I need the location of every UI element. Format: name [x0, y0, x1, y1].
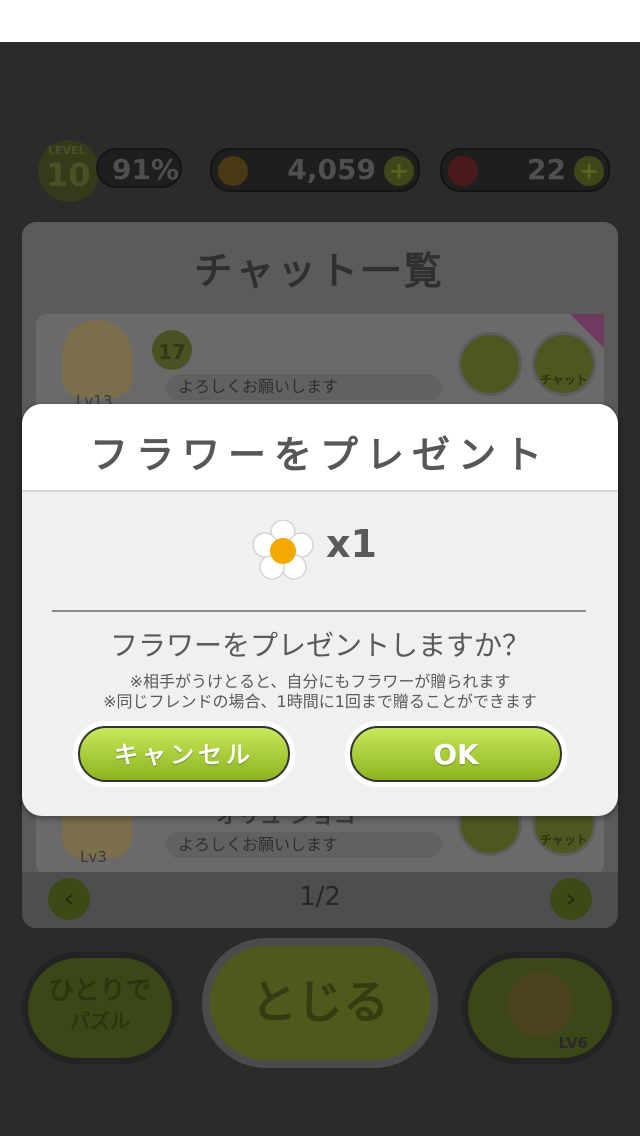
send-flower-button[interactable] [458, 332, 522, 396]
level-progress-text: 91% [112, 153, 180, 186]
status-bar [0, 0, 640, 42]
solo-puzzle-line2: パズル [70, 1009, 130, 1033]
dialog-header: フラワーをプレゼント [22, 404, 618, 492]
cancel-button[interactable]: キャンセル [78, 726, 290, 782]
page-indicator: 1/2 [299, 882, 341, 912]
close-button[interactable]: とじる [202, 938, 438, 1068]
level-progress: 91% [96, 148, 182, 188]
friend-level-value: 17 [158, 340, 186, 364]
confirm-question: フラワーをプレゼントしますか？ [109, 629, 530, 662]
heart-count: 22 [527, 153, 566, 186]
ok-button[interactable]: OK [350, 726, 562, 782]
game-screen: LEVEL 10 91% 4,059 + 22 + チャット一覧 Lv13 17… [0, 42, 640, 1136]
avatar [508, 972, 572, 1036]
heart-icon [448, 156, 478, 186]
friend-button[interactable]: LV6 [462, 952, 618, 1064]
chat-button-label: チャット [540, 373, 588, 387]
coin-count: 4,059 [287, 153, 376, 186]
level-value: 10 [46, 156, 91, 194]
pager: ‹ 1/2 › [22, 872, 618, 928]
flower-quantity: x1 [326, 522, 377, 566]
chat-button[interactable]: チャット [532, 332, 596, 396]
friend-message: よろしくお願いします [166, 374, 442, 400]
flower-icon [252, 520, 314, 580]
chat-button-label: チャット [540, 833, 588, 847]
add-hearts-button[interactable]: + [574, 156, 604, 186]
solo-puzzle-button[interactable]: ひとりで パズル [22, 952, 178, 1064]
dialog-title: フラワーをプレゼント [89, 433, 550, 477]
note-line-2: ※同じフレンドの場合、1時間に1回まで贈ることができます [103, 692, 537, 711]
add-coins-button[interactable]: + [384, 156, 414, 186]
level-badge: LEVEL 10 [38, 140, 100, 202]
friend-level: LV6 [558, 1034, 588, 1052]
chat-list-title: チャット一覧 [194, 249, 446, 293]
arrow-right-icon[interactable]: › [550, 878, 592, 920]
avatar [62, 320, 132, 398]
avatar-level: Lv3 [80, 848, 107, 866]
heart-counter: 22 + [440, 148, 610, 192]
present-flower-dialog: フラワーをプレゼント x1 フラワーをプレゼントしますか？ ※相手がうけとると、… [22, 404, 618, 816]
friend-message: よろしくお願いします [166, 832, 442, 858]
coin-icon [218, 156, 248, 186]
list-item[interactable]: Lv13 17 よろしくお願いします チャット [36, 314, 604, 414]
coin-counter: 4,059 + [210, 148, 420, 192]
friend-level-badge: 17 [152, 330, 192, 370]
divider [52, 610, 586, 612]
solo-puzzle-line1: ひとりで [48, 976, 152, 1006]
